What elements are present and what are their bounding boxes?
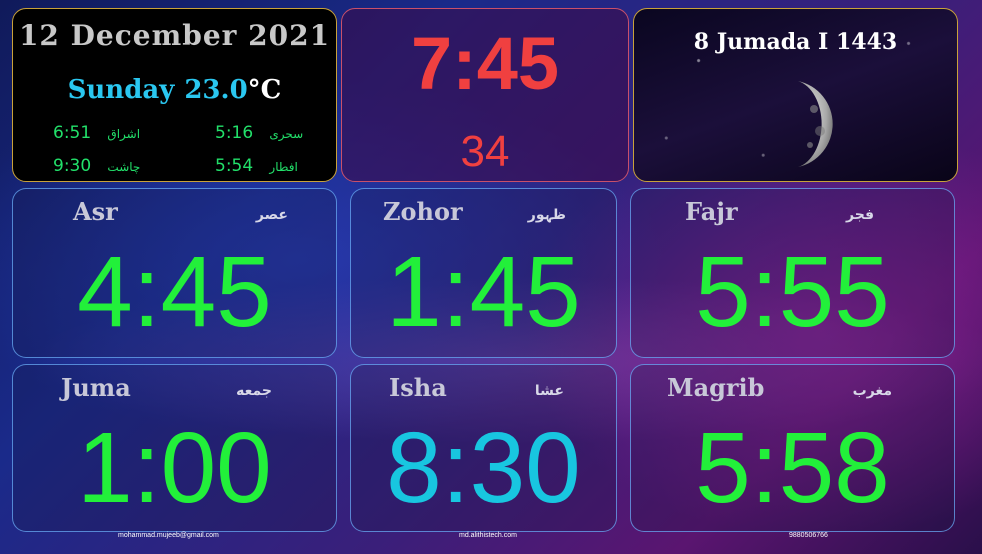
footer-phone: 9880506766 <box>789 532 828 539</box>
prayer-name: Juma <box>61 373 131 402</box>
degree-unit: °C <box>247 75 282 105</box>
prayer-card-fajr: Fajr فجر 5:55 <box>630 188 955 358</box>
footer-email: mohammad.mujeeb@gmail.com <box>118 532 219 539</box>
temperature: 23.0 <box>184 75 248 105</box>
current-seconds: 34 <box>460 127 510 176</box>
clock-panel: 7:45 34 <box>341 8 629 182</box>
prayer-time: 1:00 <box>77 412 272 524</box>
prayer-time: 4:45 <box>77 236 272 348</box>
prayer-card-zohor: Zohor ظہور 1:45 <box>350 188 617 358</box>
prayer-card-asr: Asr عصر 4:45 <box>12 188 337 358</box>
current-time: 7:45 <box>410 22 560 105</box>
prayer-name-arabic: عشا <box>534 383 564 399</box>
day-temperature: Sunday 23.0°C <box>13 75 336 105</box>
prayer-time: 1:45 <box>386 236 581 348</box>
prayer-name: Zohor <box>383 197 463 226</box>
moon-phase-icon <box>798 81 833 167</box>
gregorian-date: 12 December 2021 <box>18 19 331 52</box>
iftar-time: 5:54 افطار <box>215 156 298 176</box>
prayer-name-arabic: فجر <box>846 207 874 223</box>
footer-website: md.alithistech.com <box>459 532 517 539</box>
prayer-time: 5:58 <box>695 412 890 524</box>
prayer-time: 8:30 <box>386 412 581 524</box>
prayer-card-isha: Isha عشا 8:30 <box>350 364 617 532</box>
date-panel: 12 December 2021 Sunday 23.0°C 6:51 اشراق… <box>12 8 337 182</box>
prayer-name-arabic: عصر <box>255 207 288 223</box>
prayer-name: Isha <box>389 373 447 402</box>
sehri-time: 5:16 سحری <box>215 123 304 143</box>
prayer-name: Magrib <box>667 373 765 402</box>
prayer-name-arabic: مغرب <box>852 383 892 399</box>
day-name: Sunday <box>67 75 175 105</box>
prayer-name: Asr <box>73 197 118 226</box>
hijri-date: 8 Jumada I 1443 <box>693 29 898 55</box>
prayer-card-juma: Juma جمعه 1:00 <box>12 364 337 532</box>
prayer-name-arabic: ظہور <box>527 207 566 223</box>
prayer-name-arabic: جمعه <box>236 383 272 399</box>
prayer-name: Fajr <box>685 197 738 226</box>
hijri-panel: 8 Jumada I 1443 <box>633 8 958 182</box>
prayer-card-magrib: Magrib مغرب 5:58 <box>630 364 955 532</box>
chasht-time: 9:30 چاشت <box>53 156 141 176</box>
prayer-time: 5:55 <box>695 236 890 348</box>
ishraq-time: 6:51 اشراق <box>53 123 141 143</box>
